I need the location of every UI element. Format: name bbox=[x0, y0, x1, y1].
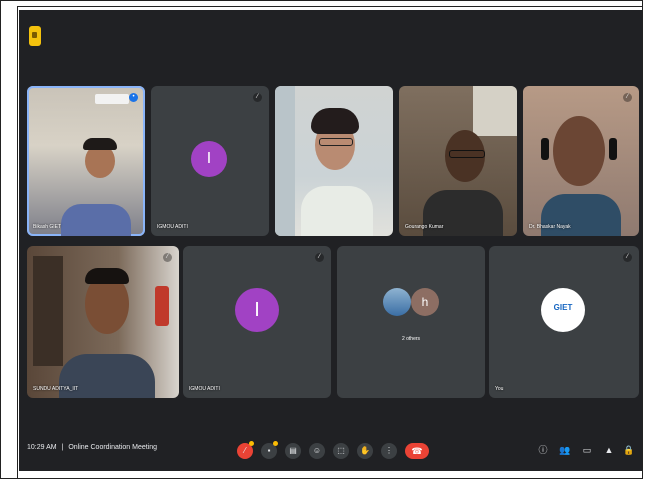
participant-name: SUNDU ADITYA_IIT bbox=[33, 386, 79, 392]
participant-tile[interactable]: I ⁄ IGMOU ADITI bbox=[183, 246, 331, 398]
mic-off-icon: ⁄ bbox=[623, 253, 632, 262]
person-body bbox=[61, 204, 131, 236]
meeting-time: 10:29 AM bbox=[27, 444, 57, 451]
mic-alert-dot bbox=[249, 441, 254, 446]
person-hair bbox=[83, 138, 117, 150]
air-conditioner-bg bbox=[95, 94, 129, 104]
participant-tile[interactable] bbox=[275, 86, 393, 236]
meeting-info: 10:29 AM | Online Coordination Meeting bbox=[27, 444, 157, 451]
participant-tile[interactable]: ⁄ Dr. Bhaskar Nayak bbox=[523, 86, 639, 236]
camera-alert-dot bbox=[273, 441, 278, 446]
giet-logo-icon: GIET bbox=[541, 288, 585, 332]
participant-avatar: I bbox=[235, 288, 279, 332]
participant-tile[interactable]: GIET ⁄ You bbox=[489, 246, 639, 398]
meeting-title: Online Coordination Meeting bbox=[68, 444, 158, 451]
headphone-left bbox=[541, 138, 549, 160]
person-hair bbox=[311, 108, 359, 134]
meeting-separator: | bbox=[61, 444, 64, 451]
others-label: 2 others bbox=[401, 336, 421, 342]
window-bg bbox=[473, 86, 517, 136]
participant-name: Bikash GIET bbox=[33, 224, 62, 230]
person-hair bbox=[85, 268, 129, 284]
participant-avatar-photo bbox=[383, 288, 411, 316]
speaking-icon: • bbox=[129, 93, 138, 102]
person-head bbox=[553, 116, 605, 186]
mic-off-icon: ⁄ bbox=[315, 253, 324, 262]
headphone-right bbox=[609, 138, 617, 160]
info-icon[interactable]: ⓘ bbox=[537, 444, 549, 456]
participant-tile[interactable]: Gourango Kumar bbox=[399, 86, 517, 236]
poster-bg bbox=[155, 286, 169, 326]
participant-avatar: h bbox=[411, 288, 439, 316]
mic-off-icon: ⁄ bbox=[253, 93, 262, 102]
chat-icon[interactable]: ▭ bbox=[581, 444, 593, 456]
participant-tile[interactable]: I ⁄ IGMOU ADITI bbox=[151, 86, 269, 236]
meeting-toolbar: 10:29 AM | Online Coordination Meeting ⁄… bbox=[19, 430, 642, 471]
mic-off-icon: ⁄ bbox=[623, 93, 632, 102]
host-controls-icon[interactable]: 🔒 bbox=[623, 444, 635, 456]
participant-tile[interactable]: h 2 others bbox=[337, 246, 485, 398]
glasses bbox=[319, 138, 353, 146]
end-call-icon[interactable]: ☎ bbox=[405, 443, 429, 459]
participant-name: You bbox=[495, 386, 504, 392]
meeting-window: • Bikash GIET I ⁄ IGMOU ADITI Gourango K… bbox=[19, 10, 642, 471]
participant-name: IGMOU ADITI bbox=[189, 386, 220, 392]
meet-logo-icon bbox=[29, 26, 41, 46]
raise-hand-icon[interactable]: ✋ bbox=[357, 443, 373, 459]
participant-name: Gourango Kumar bbox=[405, 224, 444, 230]
mic-off-icon: ⁄ bbox=[163, 253, 172, 262]
logo-text: GIET bbox=[553, 303, 573, 312]
shelf-bg bbox=[33, 256, 63, 366]
glasses bbox=[449, 150, 485, 158]
emoji-icon[interactable]: ☺ bbox=[309, 443, 325, 459]
participant-name: IGMOU ADITI bbox=[157, 224, 188, 230]
activities-icon[interactable]: ▲ bbox=[603, 444, 615, 456]
participant-name: Dr. Bhaskar Nayak bbox=[529, 224, 571, 230]
more-options-icon[interactable]: ⋮ bbox=[381, 443, 397, 459]
participant-tile[interactable]: • Bikash GIET bbox=[27, 86, 145, 236]
participant-avatar: I bbox=[191, 141, 227, 177]
present-icon[interactable]: ⬚ bbox=[333, 443, 349, 459]
participant-tile[interactable]: ⁄ SUNDU ADITYA_IIT bbox=[27, 246, 179, 398]
captions-icon[interactable]: ▤ bbox=[285, 443, 301, 459]
wall-bg bbox=[275, 86, 295, 236]
people-icon[interactable]: 👥 bbox=[559, 444, 571, 456]
person-body bbox=[301, 186, 373, 236]
